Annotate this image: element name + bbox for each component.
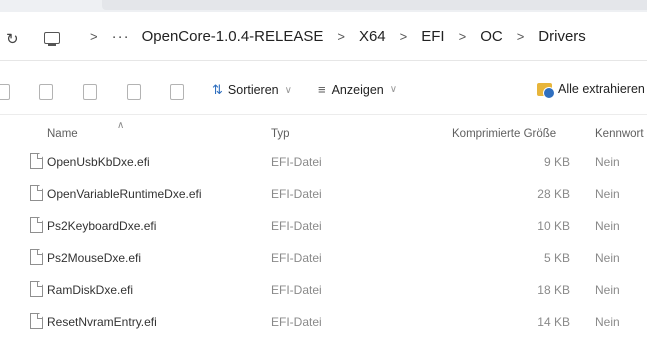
- command-bar: ⇅ Sortieren ∨ ≡ Anzeigen ∨ Alle extrahie…: [0, 68, 647, 115]
- chevron-down-icon: ∨: [389, 84, 398, 95]
- file-type: EFI-Datei: [271, 315, 322, 329]
- breadcrumb-item-efi[interactable]: EFI: [421, 28, 444, 45]
- file-name: OpenUsbKbDxe.efi: [47, 155, 150, 169]
- sort-button[interactable]: ⇅ Sortieren ∨: [212, 82, 292, 98]
- file-password: Nein: [595, 155, 620, 169]
- file-name: ResetNvramEntry.efi: [47, 315, 157, 329]
- file-type: EFI-Datei: [271, 251, 322, 265]
- sort-icon: ⇅: [212, 82, 223, 97]
- file-password: Nein: [595, 283, 620, 297]
- chevron-down-icon: ∨: [284, 84, 292, 96]
- sort-label: Sortieren: [227, 83, 279, 97]
- breadcrumb-separator: >: [90, 29, 98, 44]
- file-row[interactable]: ResetNvramEntry.efi EFI-Datei 14 KB Nein: [0, 306, 647, 338]
- file-password: Nein: [595, 315, 620, 329]
- breadcrumb: > ··· OpenCore-1.0.4-RELEASE > X64 > EFI…: [76, 28, 586, 45]
- extract-all-label: Alle extrahieren: [558, 82, 645, 96]
- file-name: Ps2KeyboardDxe.efi: [47, 219, 157, 233]
- file-row[interactable]: Ps2KeyboardDxe.efi EFI-Datei 10 KB Nein: [0, 210, 647, 242]
- breadcrumb-separator: >: [399, 29, 408, 44]
- file-icon: [30, 185, 43, 201]
- file-type: EFI-Datei: [271, 187, 322, 201]
- column-header-compressed-size[interactable]: Komprimierte Größe: [452, 128, 556, 140]
- file-row[interactable]: OpenUsbKbDxe.efi EFI-Datei 9 KB Nein: [0, 146, 647, 178]
- computer-icon[interactable]: [44, 32, 60, 46]
- file-type: EFI-Datei: [271, 155, 322, 169]
- file-password: Nein: [595, 187, 620, 201]
- file-size: 10 KB: [537, 219, 570, 233]
- extract-folder-icon: [537, 82, 555, 99]
- file-type: EFI-Datei: [271, 283, 322, 297]
- column-header-password[interactable]: Kennwort: [595, 128, 644, 140]
- breadcrumb-item-x64[interactable]: X64: [359, 28, 386, 45]
- file-size: 18 KB: [537, 283, 570, 297]
- file-size: 9 KB: [543, 155, 570, 169]
- file-type: EFI-Datei: [271, 219, 322, 233]
- file-icon: [30, 217, 43, 233]
- paste-icon[interactable]: [83, 84, 97, 100]
- breadcrumb-separator: >: [337, 29, 345, 44]
- file-name: RamDiskDxe.efi: [47, 283, 134, 297]
- breadcrumb-overflow-button[interactable]: ···: [112, 28, 130, 45]
- column-header-name[interactable]: Name: [47, 128, 78, 140]
- file-row[interactable]: Ps2MouseDxe.efi EFI-Datei 5 KB Nein: [0, 242, 647, 274]
- file-row[interactable]: RamDiskDxe.efi EFI-Datei 18 KB Nein: [0, 274, 647, 306]
- view-button[interactable]: ≡ Anzeigen ∨: [318, 82, 397, 97]
- share-icon[interactable]: [127, 84, 141, 100]
- file-name: OpenVariableRuntimeDxe.efi: [47, 187, 202, 201]
- file-size: 14 KB: [537, 315, 570, 329]
- file-icon: [30, 281, 43, 297]
- file-icon: [30, 313, 43, 329]
- column-header-row: ∧ Name Typ Komprimierte Größe Kennwort: [0, 118, 647, 148]
- file-password: Nein: [595, 219, 620, 233]
- view-label: Anzeigen: [331, 82, 384, 97]
- delete-icon[interactable]: [170, 84, 184, 100]
- column-header-type[interactable]: Typ: [271, 128, 290, 140]
- breadcrumb-separator: >: [516, 29, 525, 44]
- file-icon: [30, 153, 43, 169]
- tab-strip: [102, 0, 647, 10]
- address-bar: ↻ > ··· OpenCore-1.0.4-RELEASE > X64 > E…: [0, 14, 647, 61]
- view-icon: ≡: [318, 82, 326, 97]
- extract-all-button[interactable]: Alle extrahieren: [537, 82, 645, 99]
- file-password: Nein: [595, 251, 620, 265]
- file-icon: [30, 249, 43, 265]
- refresh-icon[interactable]: ↻: [6, 30, 19, 48]
- sort-ascending-icon: ∧: [117, 120, 125, 131]
- file-row[interactable]: OpenVariableRuntimeDxe.efi EFI-Datei 28 …: [0, 178, 647, 210]
- breadcrumb-item-opencore[interactable]: OpenCore-1.0.4-RELEASE: [142, 28, 324, 45]
- file-size: 28 KB: [537, 187, 570, 201]
- breadcrumb-item-drivers[interactable]: Drivers: [538, 28, 586, 45]
- file-name: Ps2MouseDxe.efi: [47, 251, 142, 265]
- cut-icon[interactable]: [0, 84, 10, 100]
- file-list: OpenUsbKbDxe.efi EFI-Datei 9 KB Nein Ope…: [0, 146, 647, 338]
- file-size: 5 KB: [543, 251, 570, 265]
- title-strip: [0, 0, 647, 12]
- copy-icon[interactable]: [39, 84, 53, 100]
- breadcrumb-separator: >: [458, 29, 467, 44]
- breadcrumb-item-oc[interactable]: OC: [480, 28, 503, 45]
